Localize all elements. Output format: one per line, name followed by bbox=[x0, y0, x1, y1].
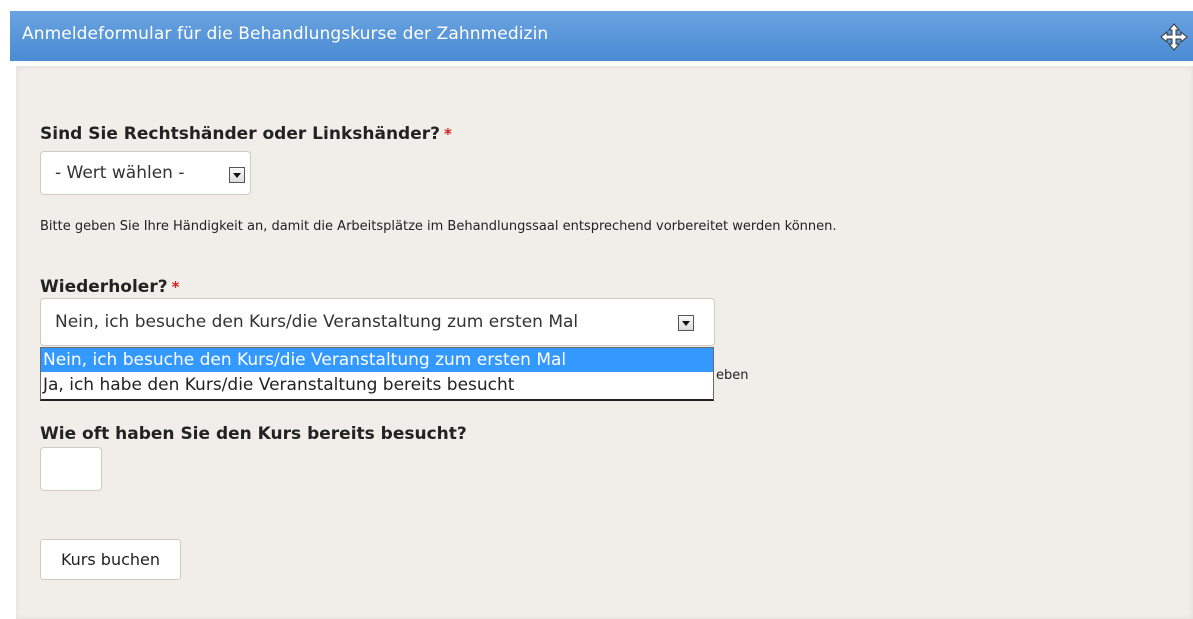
repeater-label-text: Wiederholer? bbox=[40, 277, 168, 297]
book-course-button[interactable]: Kurs buchen bbox=[40, 539, 181, 580]
handedness-select-value: - Wert wählen - bbox=[55, 163, 185, 183]
required-marker: * bbox=[444, 125, 452, 143]
handedness-select[interactable]: - Wert wählen - bbox=[40, 151, 251, 195]
times-attended-label: Wie oft haben Sie den Kurs bereits besuc… bbox=[40, 424, 467, 444]
dropdown-option-already-attended[interactable]: Ja, ich habe den Kurs/die Veranstaltung … bbox=[41, 373, 713, 397]
dropdown-option-first-time[interactable]: Nein, ich besuche den Kurs/die Veranstal… bbox=[41, 348, 713, 372]
times-attended-input[interactable] bbox=[40, 447, 102, 491]
move-arrows-icon[interactable] bbox=[1159, 22, 1189, 52]
required-marker: * bbox=[171, 278, 180, 296]
handedness-help-text: Bitte geben Sie Ihre Händigkeit an, dami… bbox=[40, 219, 837, 234]
dialog-titlebar[interactable]: Anmeldeformular für die Behandlungskurse… bbox=[10, 11, 1193, 61]
repeater-dropdown-list[interactable]: Nein, ich besuche den Kurs/die Veranstal… bbox=[40, 347, 714, 401]
handedness-label-text: Sind Sie Rechtshänder oder Linkshänder? bbox=[40, 124, 440, 144]
repeater-select-value: Nein, ich besuche den Kurs/die Veranstal… bbox=[55, 312, 579, 332]
chevron-down-icon[interactable] bbox=[229, 167, 245, 183]
repeater-label: Wiederholer? * bbox=[40, 277, 179, 297]
repeater-help-text-fragment: eben bbox=[716, 368, 749, 383]
chevron-down-icon[interactable] bbox=[678, 315, 694, 331]
dialog-title: Anmeldeformular für die Behandlungskurse… bbox=[22, 24, 549, 44]
handedness-label: Sind Sie Rechtshänder oder Linkshänder? * bbox=[40, 124, 452, 144]
repeater-select[interactable]: Nein, ich besuche den Kurs/die Veranstal… bbox=[40, 298, 715, 346]
